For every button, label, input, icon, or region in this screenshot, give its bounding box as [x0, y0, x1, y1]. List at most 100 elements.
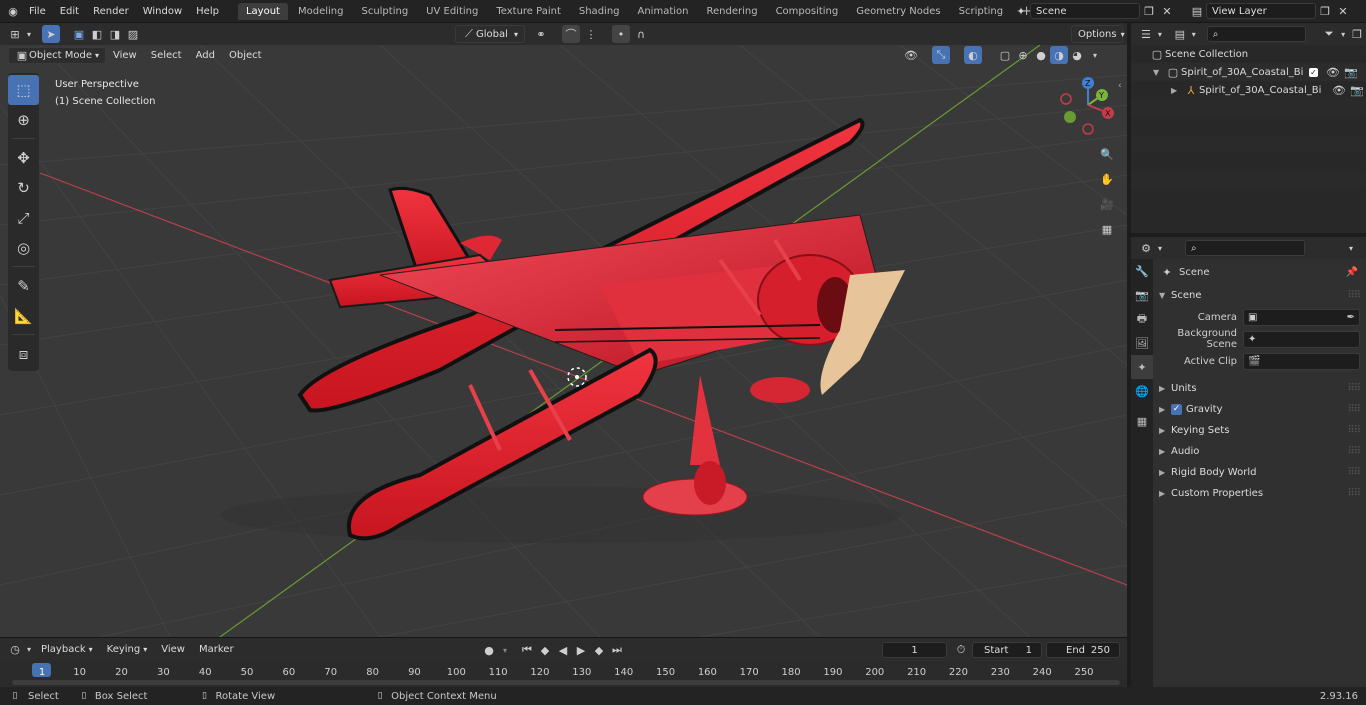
editor-type-icon[interactable]: ⊞ — [6, 25, 24, 43]
filter-icon[interactable]: ⏷ — [1320, 25, 1338, 43]
view-layer-icon[interactable]: ▤ — [1188, 2, 1206, 20]
tab-layout[interactable]: Layout — [237, 2, 288, 20]
menu-playback[interactable]: Playback ▾ — [34, 639, 100, 661]
units-panel-header[interactable]: ▶ Units ⠿⠿ — [1153, 378, 1366, 399]
gravity-panel-header[interactable]: ▶ ✓ Gravity ⠿⠿ — [1153, 399, 1366, 420]
drag-grip-icon[interactable]: ⠿⠿ — [1347, 467, 1361, 478]
properties-search-input[interactable]: ⌕ — [1185, 240, 1305, 256]
viewport-scene[interactable] — [0, 45, 1127, 637]
menu-object[interactable]: Object — [222, 45, 269, 65]
new-scene-icon[interactable]: ❐ — [1140, 2, 1158, 20]
pin-icon[interactable]: 📌 — [1346, 267, 1358, 278]
next-keyframe-icon[interactable]: ◆ — [590, 641, 608, 659]
snap-target-icon[interactable]: ⋮ — [582, 25, 600, 43]
eye-icon[interactable]: 👁 — [1330, 81, 1348, 99]
falloff-icon[interactable]: ∩ — [632, 25, 650, 43]
move-tool-icon[interactable]: ✥ — [8, 143, 39, 173]
tab-texture-paint[interactable]: Texture Paint — [488, 3, 569, 20]
display-mode-icon[interactable]: ▤ — [1171, 25, 1189, 43]
drag-grip-icon[interactable]: ⠿⠿ — [1347, 404, 1361, 415]
pivot-icon[interactable]: ⚭ — [532, 25, 550, 43]
shading-material-icon[interactable]: ◑ — [1050, 46, 1068, 64]
properties-editor-icon[interactable]: ⚙ — [1137, 239, 1155, 257]
record-icon[interactable]: ● — [480, 641, 498, 659]
menu-help[interactable]: Help — [189, 0, 226, 23]
texture-tab-icon[interactable]: ▦ — [1131, 409, 1153, 433]
expand-arrow-icon[interactable]: ▼ — [1153, 68, 1165, 77]
outliner-root[interactable]: ▢ Scene Collection — [1131, 45, 1366, 63]
menu-add[interactable]: Add — [189, 45, 222, 65]
menu-edit[interactable]: Edit — [53, 0, 86, 23]
menu-marker[interactable]: Marker — [192, 639, 241, 661]
chevron-down-icon[interactable]: ▾ — [1342, 239, 1360, 257]
background-scene-field[interactable]: ✦ — [1243, 330, 1360, 348]
visibility-icon[interactable]: 👁 — [902, 46, 920, 64]
select-subtract-icon[interactable]: ◨ — [106, 25, 124, 43]
timeline-scrollbar[interactable] — [12, 680, 1120, 685]
sidebar-toggle-icon[interactable]: ‹ — [1118, 81, 1122, 91]
active-clip-field[interactable]: 🎬 — [1243, 352, 1360, 370]
select-extend-icon[interactable]: ◧ — [88, 25, 106, 43]
menu-keying[interactable]: Keying ▾ — [100, 639, 155, 661]
play-reverse-icon[interactable]: ◀ — [554, 641, 572, 659]
world-tab-icon[interactable]: 🌐 — [1131, 379, 1153, 403]
camera-render-icon[interactable]: 📷 — [1348, 81, 1366, 99]
keying-sets-panel-header[interactable]: ▶ Keying Sets ⠿⠿ — [1153, 420, 1366, 441]
timeline-editor-icon[interactable]: ◷ — [6, 641, 24, 659]
tab-animation[interactable]: Animation — [630, 3, 697, 20]
add-cube-tool-icon[interactable]: ⧈ — [8, 339, 39, 369]
audio-panel-header[interactable]: ▶ Audio ⠿⠿ — [1153, 441, 1366, 462]
camera-view-icon[interactable]: 🎥 — [1098, 192, 1116, 217]
select-cursor-icon[interactable]: ➤ — [42, 25, 60, 43]
drag-grip-icon[interactable]: ⠿⠿ — [1347, 425, 1361, 436]
measure-tool-icon[interactable]: 📐 — [8, 301, 39, 331]
drag-grip-icon[interactable]: ⠿⠿ — [1347, 290, 1361, 301]
timeline-ruler[interactable]: 1 10 20 30 40 50 60 70 80 90 100 110 120 130 140 150 160… — [0, 661, 1127, 687]
shading-wireframe-icon[interactable]: ⊕ — [1014, 46, 1032, 64]
scene-name-field[interactable]: Scene — [1030, 3, 1140, 19]
perspective-grid-icon[interactable]: ▦ — [1098, 217, 1116, 242]
scene-tab-icon[interactable]: ✦ — [1131, 355, 1153, 379]
start-frame-field[interactable]: Start 1 — [972, 642, 1042, 658]
prev-keyframe-icon[interactable]: ◆ — [536, 641, 554, 659]
scale-tool-icon[interactable]: ⤢ — [8, 203, 39, 233]
menu-timeline-view[interactable]: View — [154, 639, 192, 661]
gravity-checkbox[interactable]: ✓ — [1171, 404, 1182, 415]
outliner-editor-icon[interactable]: ☰ — [1137, 25, 1155, 43]
tab-modeling[interactable]: Modeling — [290, 3, 352, 20]
delete-view-layer-icon[interactable]: ✕ — [1334, 2, 1352, 20]
camera-field[interactable]: ▣ ✒ — [1243, 308, 1360, 326]
drag-grip-icon[interactable]: ⠿⠿ — [1347, 446, 1361, 457]
stopwatch-icon[interactable]: ⏱ — [952, 641, 970, 659]
tab-sculpting[interactable]: Sculpting — [353, 3, 416, 20]
play-icon[interactable]: ▶ — [572, 641, 590, 659]
new-collection-icon[interactable]: ❐ — [1348, 25, 1366, 43]
new-view-layer-icon[interactable]: ❐ — [1316, 2, 1334, 20]
render-tab-icon[interactable]: 📷 — [1131, 283, 1153, 307]
menu-file[interactable]: File — [22, 0, 53, 23]
pan-hand-icon[interactable]: ✋ — [1098, 167, 1116, 192]
mode-dropdown[interactable]: ▣ Object Mode ▾ — [8, 46, 106, 64]
eyedropper-icon[interactable]: ✒ — [1347, 312, 1355, 323]
menu-view[interactable]: View — [106, 45, 144, 65]
zoom-icon[interactable]: 🔍 — [1098, 142, 1116, 167]
tab-rendering[interactable]: Rendering — [698, 3, 765, 20]
options-button[interactable]: Options ▾ — [1071, 25, 1125, 43]
delete-scene-icon[interactable]: ✕ — [1158, 2, 1176, 20]
tab-scripting[interactable]: Scripting — [951, 3, 1011, 20]
jump-end-icon[interactable]: ⏭ — [608, 641, 626, 659]
tool-tab-icon[interactable]: 🔧 — [1131, 259, 1153, 283]
transform-orientation-dropdown[interactable]: ⟋ Global ▾ — [455, 25, 525, 43]
transform-tool-icon[interactable]: ◎ — [8, 233, 39, 263]
proportional-edit-icon[interactable]: • — [612, 25, 630, 43]
camera-render-icon[interactable]: 📷 — [1342, 63, 1360, 81]
rigid-body-world-panel-header[interactable]: ▶ Rigid Body World ⠿⠿ — [1153, 462, 1366, 483]
drag-grip-icon[interactable]: ⠿⠿ — [1347, 383, 1361, 394]
rotate-tool-icon[interactable]: ↻ — [8, 173, 39, 203]
end-frame-field[interactable]: End 250 — [1046, 642, 1120, 658]
jump-start-icon[interactable]: ⏮ — [518, 641, 536, 659]
cursor-tool-icon[interactable]: ⊕ — [8, 105, 39, 135]
xray-icon[interactable]: ▢ — [996, 46, 1014, 64]
tab-compositing[interactable]: Compositing — [768, 3, 847, 20]
menu-window[interactable]: Window — [136, 0, 189, 23]
